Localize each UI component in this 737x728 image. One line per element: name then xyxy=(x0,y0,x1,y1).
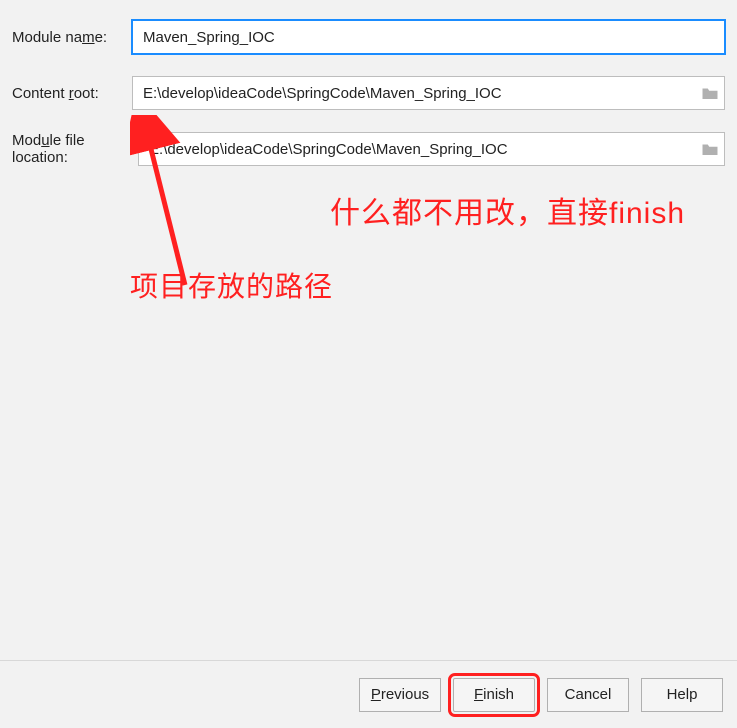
content-root-input-wrap xyxy=(132,76,725,110)
cancel-button[interactable]: Cancel xyxy=(547,678,629,712)
module-file-location-label: Module file location: xyxy=(12,132,138,166)
module-name-label: Module name: xyxy=(12,29,132,46)
content-root-label: Content root: xyxy=(12,85,132,102)
content-root-input[interactable] xyxy=(133,77,696,109)
annotation-path-hint: 项目存放的路径 xyxy=(130,265,333,305)
content-root-row: Content root: xyxy=(12,76,725,110)
finish-button[interactable]: Finish xyxy=(453,678,535,712)
help-button[interactable]: Help xyxy=(641,678,723,712)
previous-button[interactable]: Previous xyxy=(359,678,441,712)
module-form: Module name: Content root: Module file l… xyxy=(0,0,737,198)
module-file-location-row: Module file location: xyxy=(12,132,725,166)
wizard-button-bar: Previous Finish Cancel Help xyxy=(0,660,737,728)
module-name-input-wrap xyxy=(132,20,725,54)
module-file-location-input-wrap xyxy=(138,132,725,166)
browse-folder-icon[interactable] xyxy=(696,77,724,109)
browse-folder-icon[interactable] xyxy=(696,133,724,165)
module-name-input[interactable] xyxy=(133,21,724,53)
module-name-row: Module name: xyxy=(12,20,725,54)
module-file-location-input[interactable] xyxy=(139,133,696,165)
